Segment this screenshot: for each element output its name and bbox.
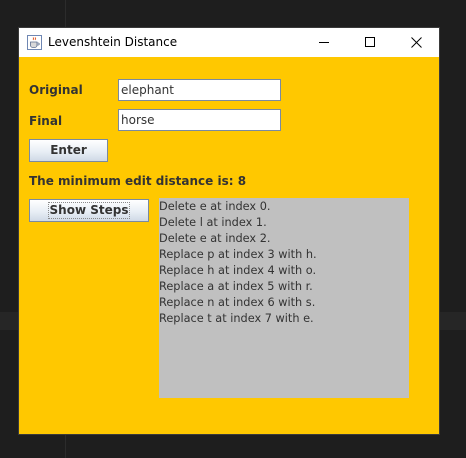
maximize-button[interactable] [347, 28, 393, 57]
maximize-icon [365, 37, 375, 47]
final-input[interactable]: horse [118, 109, 281, 131]
original-label: Original [29, 83, 83, 97]
step-line: Replace n at index 6 with s. [159, 296, 316, 309]
steps-text-area[interactable]: Delete e at index 0. Delete l at index 1… [159, 198, 409, 398]
java-cup-icon [27, 35, 42, 50]
show-steps-label: Show Steps [47, 202, 131, 219]
title-bar[interactable]: Levenshtein Distance [19, 28, 439, 57]
distance-result-text: The minimum edit distance is: 8 [29, 174, 247, 188]
final-label: Final [29, 114, 63, 128]
app-window: Levenshtein Distance Original elephant F… [19, 28, 439, 434]
step-line: Replace p at index 3 with h. [159, 248, 317, 261]
close-button[interactable] [393, 28, 439, 57]
step-line: Delete e at index 2. [159, 232, 271, 245]
step-line: Delete l at index 1. [159, 216, 267, 229]
step-line: Replace a at index 5 with r. [159, 280, 313, 293]
minimize-icon [319, 42, 329, 43]
close-icon [411, 37, 422, 48]
step-line: Replace t at index 7 with e. [159, 312, 314, 325]
step-line: Replace h at index 4 with o. [159, 264, 317, 277]
original-input[interactable]: elephant [118, 79, 281, 101]
enter-button[interactable]: Enter [29, 139, 108, 162]
window-title: Levenshtein Distance [48, 35, 178, 49]
show-steps-button[interactable]: Show Steps [29, 199, 149, 222]
minimize-button[interactable] [301, 28, 347, 57]
step-line: Delete e at index 0. [159, 200, 271, 213]
